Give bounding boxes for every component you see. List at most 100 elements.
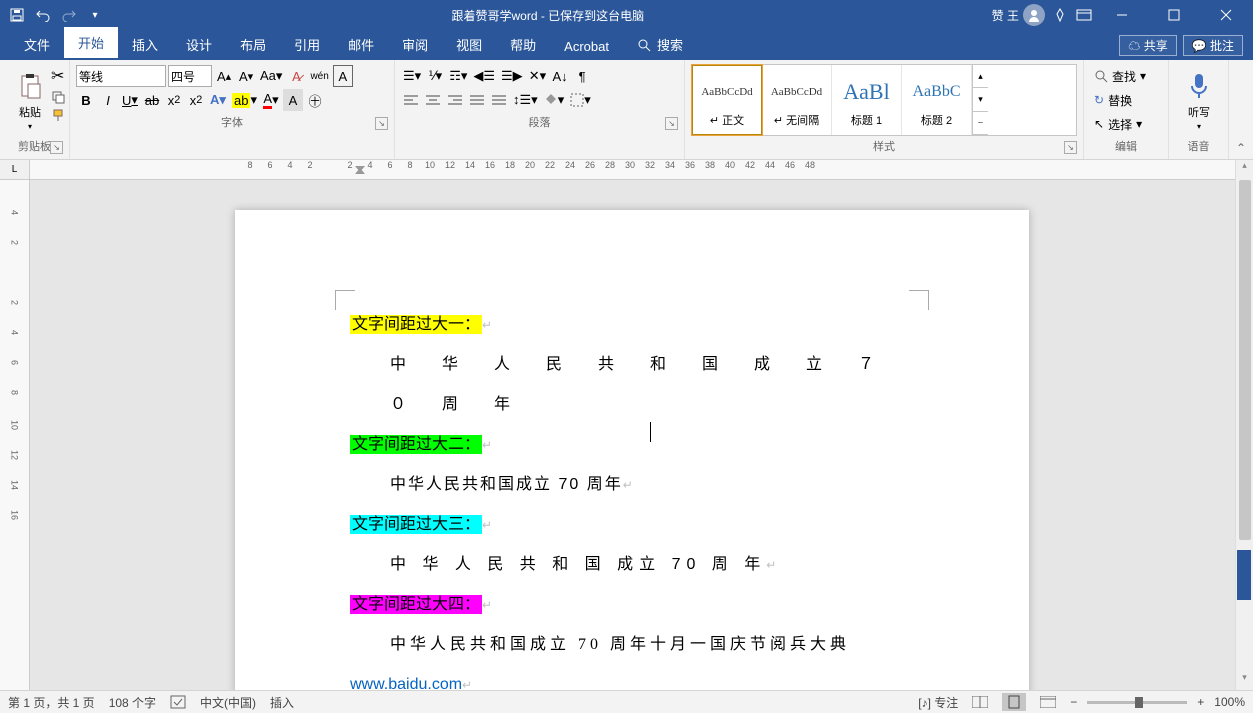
zoom-in-button[interactable]: + [1197, 695, 1204, 709]
tab-home[interactable]: 开始 [64, 27, 118, 60]
char-border-button[interactable]: A [333, 65, 353, 87]
text-1[interactable]: 中 华 人 民 共 和 国 成 立 ７ ０ 周 年 [350, 345, 914, 425]
align-justify-button[interactable] [467, 89, 487, 111]
tab-help[interactable]: 帮助 [496, 29, 550, 60]
page-count[interactable]: 第 1 页，共 1 页 [8, 694, 95, 711]
ribbon-mode-icon[interactable] [1075, 6, 1093, 24]
search-button[interactable]: 搜索 [623, 29, 697, 60]
undo-icon[interactable] [34, 6, 52, 24]
align-distribute-button[interactable] [489, 89, 509, 111]
align-left-button[interactable] [401, 89, 421, 111]
tab-design[interactable]: 设计 [172, 29, 226, 60]
numbering-button[interactable]: ⅟▾ [425, 65, 445, 87]
text-2[interactable]: 中华人民共和国成立 70 周年↵ [350, 465, 914, 505]
qat-dropdown-icon[interactable]: ▾ [86, 6, 104, 24]
bold-button[interactable]: B [76, 89, 96, 111]
scrollbar-thumb[interactable] [1239, 180, 1251, 540]
increase-indent-button[interactable]: ☰▶ [499, 65, 525, 87]
zoom-out-button[interactable]: − [1070, 695, 1077, 709]
rocket-icon[interactable] [1051, 6, 1069, 24]
clipboard-launcher[interactable]: ↘ [50, 141, 63, 154]
tab-insert[interactable]: 插入 [118, 29, 172, 60]
heading-1[interactable]: 文字间距过大一： [350, 315, 482, 334]
align-center-button[interactable] [423, 89, 443, 111]
italic-button[interactable]: I [98, 89, 118, 111]
char-shading-button[interactable]: A [283, 89, 303, 111]
collapse-ribbon-button[interactable]: ⌃ [1236, 141, 1246, 155]
text-effects-button[interactable]: A▾ [208, 89, 228, 111]
tab-file[interactable]: 文件 [10, 29, 64, 60]
decrease-indent-button[interactable]: ◀☰ [471, 65, 497, 87]
hyperlink[interactable]: www.baidu.com [350, 676, 462, 690]
zoom-slider[interactable] [1087, 701, 1187, 704]
page[interactable]: 文字间距过大一：↵ 中 华 人 民 共 和 国 成 立 ７ ０ 周 年 文字间距… [235, 210, 1029, 690]
show-marks-button[interactable]: ¶ [572, 65, 592, 87]
sort-button[interactable]: A↓ [550, 65, 570, 87]
insert-mode[interactable]: 插入 [270, 694, 294, 711]
horizontal-ruler[interactable]: 8642246810121416182022242628303234363840… [30, 160, 1235, 180]
line-spacing-button[interactable]: ↕☰▾ [511, 89, 540, 111]
paragraph-launcher[interactable]: ↘ [665, 117, 678, 130]
zoom-thumb[interactable] [1135, 697, 1143, 708]
tab-acrobat[interactable]: Acrobat [550, 33, 623, 60]
clear-format-button[interactable]: A̷ [286, 65, 306, 87]
zoom-level[interactable]: 100% [1214, 695, 1245, 709]
heading-2[interactable]: 文字间距过大二： [350, 435, 482, 454]
font-name-select[interactable] [76, 65, 166, 87]
strikethrough-button[interactable]: ab [142, 89, 162, 111]
document-area[interactable]: 文字间距过大一：↵ 中 华 人 民 共 和 国 成 立 ７ ０ 周 年 文字间距… [30, 180, 1235, 690]
styles-more[interactable]: ▴▾⎯ [972, 65, 988, 135]
focus-mode[interactable]: [♪] 专注 [918, 694, 958, 711]
font-size-select[interactable] [168, 65, 212, 87]
maximize-button[interactable] [1151, 0, 1197, 30]
vertical-ruler[interactable]: 42246810121416 [0, 180, 30, 690]
grow-font-button[interactable]: A▴ [214, 65, 234, 87]
style-heading2[interactable]: AaBbC标题 2 [902, 65, 972, 135]
asian-layout-button[interactable]: ✕▾ [527, 65, 548, 87]
superscript-button[interactable]: x2 [186, 89, 206, 111]
spell-check-icon[interactable] [170, 695, 186, 709]
copy-icon[interactable] [51, 90, 65, 104]
save-icon[interactable] [8, 6, 26, 24]
borders-button[interactable]: ▾ [568, 89, 593, 111]
text-4[interactable]: 中华人民共和国成立 70 周年十月一国庆节阅兵大典 [350, 625, 914, 665]
multilevel-button[interactable]: ☶▾ [447, 65, 469, 87]
tab-layout[interactable]: 布局 [226, 29, 280, 60]
tab-review[interactable]: 审阅 [388, 29, 442, 60]
read-mode-button[interactable] [968, 693, 992, 711]
text-3[interactable]: 中 华 人 民 共 和 国 成立 70 周 年↵ [350, 545, 914, 585]
subscript-button[interactable]: x2 [164, 89, 184, 111]
dictate-button[interactable]: 听写 ▾ [1175, 64, 1223, 136]
underline-button[interactable]: U▾ [120, 89, 140, 111]
phonetic-button[interactable]: wén [308, 65, 330, 87]
heading-3[interactable]: 文字间距过大三： [350, 515, 482, 534]
style-heading1[interactable]: AaBl标题 1 [832, 65, 902, 135]
close-button[interactable] [1203, 0, 1249, 30]
tab-view[interactable]: 视图 [442, 29, 496, 60]
enclose-char-button[interactable]: ㊉ [305, 89, 325, 111]
indent-marker-icon[interactable] [355, 162, 365, 178]
replace-button[interactable]: ↻替换 [1090, 88, 1162, 112]
styles-launcher[interactable]: ↘ [1064, 141, 1077, 154]
find-button[interactable]: 查找 ▾ [1090, 64, 1162, 88]
shrink-font-button[interactable]: A▾ [236, 65, 256, 87]
style-normal[interactable]: AaBbCcDd↵ 正文 [692, 65, 762, 135]
tab-mailings[interactable]: 邮件 [334, 29, 388, 60]
redo-icon[interactable] [60, 6, 78, 24]
language[interactable]: 中文(中国) [200, 694, 256, 711]
vertical-scrollbar[interactable]: ▴ ▾ [1235, 160, 1253, 690]
print-layout-button[interactable] [1002, 693, 1026, 711]
user-account[interactable]: 赞 王 [992, 4, 1045, 26]
select-button[interactable]: ↖选择 ▾ [1090, 112, 1162, 136]
highlight-button[interactable]: ab▾ [230, 89, 259, 111]
word-count[interactable]: 108 个字 [109, 694, 156, 711]
bullets-button[interactable]: ☰▾ [401, 65, 423, 87]
align-right-button[interactable] [445, 89, 465, 111]
change-case-button[interactable]: Aa▾ [258, 65, 284, 87]
paste-button[interactable]: 粘贴 ▾ [6, 64, 54, 136]
shading-button[interactable]: ▾ [542, 89, 567, 111]
style-nospacing[interactable]: AaBbCcDd↵ 无间隔 [762, 65, 832, 135]
comments-button[interactable]: 💬 批注 [1183, 35, 1243, 56]
cut-icon[interactable]: ✂ [51, 66, 65, 86]
minimize-button[interactable] [1099, 0, 1145, 30]
